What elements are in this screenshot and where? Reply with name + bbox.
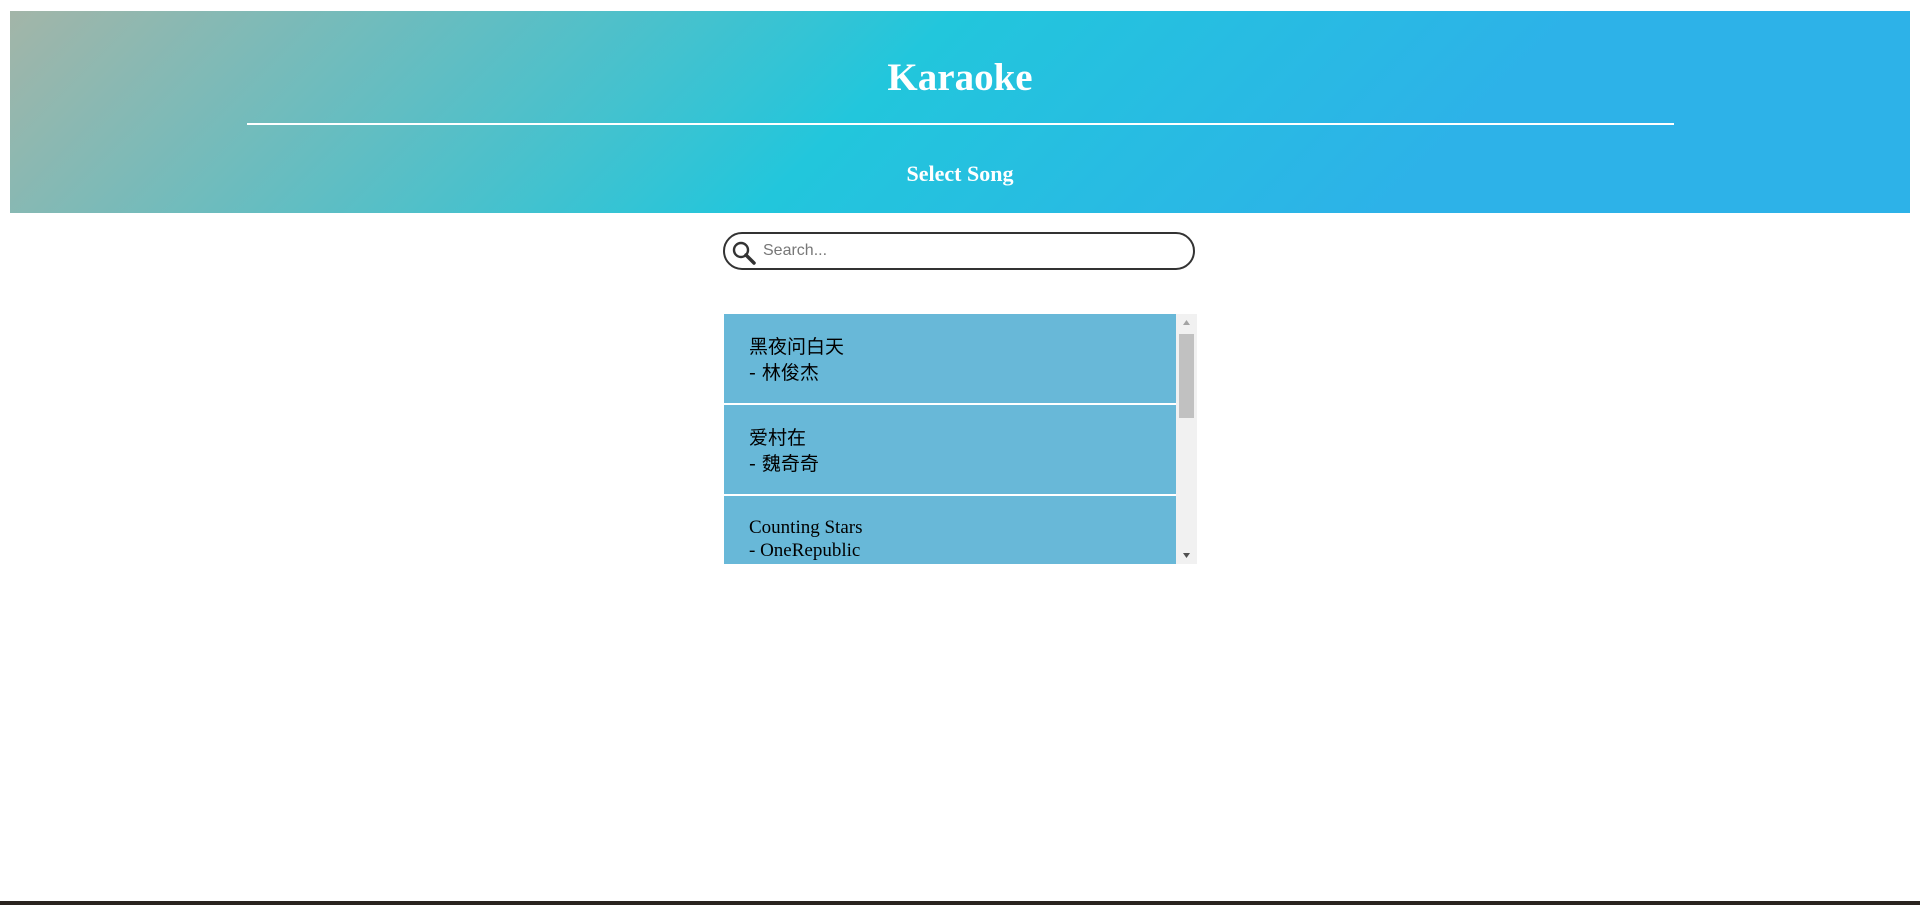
song-title: Counting Stars [749,517,863,538]
song-artist: - OneRepublic [749,540,861,561]
scroll-up-arrow-icon[interactable] [1176,314,1197,331]
song-item[interactable]: 爱村在 - 魏奇奇 [724,405,1176,494]
list-scrollbar[interactable] [1176,314,1197,564]
header-divider [247,123,1674,125]
song-list[interactable]: 黑夜问白天 - 林俊杰 爱村在 - 魏奇奇 Counting Stars - O… [724,314,1197,564]
search-input[interactable] [763,238,1183,264]
song-artist: - 林俊杰 [749,362,819,384]
page-title: Karaoke [887,56,1033,99]
scrollbar-thumb[interactable] [1179,334,1194,418]
header-banner: Karaoke Select Song [10,11,1910,213]
song-title: 爱村在 [749,427,807,449]
song-items: 黑夜问白天 - 林俊杰 爱村在 - 魏奇奇 Counting Stars - O… [724,314,1176,564]
song-artist: - 魏奇奇 [749,453,819,475]
scroll-down-arrow-icon[interactable] [1176,547,1197,564]
karaoke-page: Karaoke Select Song 黑夜问白天 - 林俊杰 爱村在 - 魏奇… [0,0,1920,905]
window-bottom-edge [0,901,1920,905]
song-title: 黑夜问白天 [749,336,845,358]
song-item[interactable]: 黑夜问白天 - 林俊杰 [724,314,1176,403]
search-box[interactable] [723,232,1195,270]
search-icon [731,240,757,266]
page-subtitle: Select Song [906,161,1014,186]
song-item[interactable]: Counting Stars - OneRepublic [724,496,1176,564]
